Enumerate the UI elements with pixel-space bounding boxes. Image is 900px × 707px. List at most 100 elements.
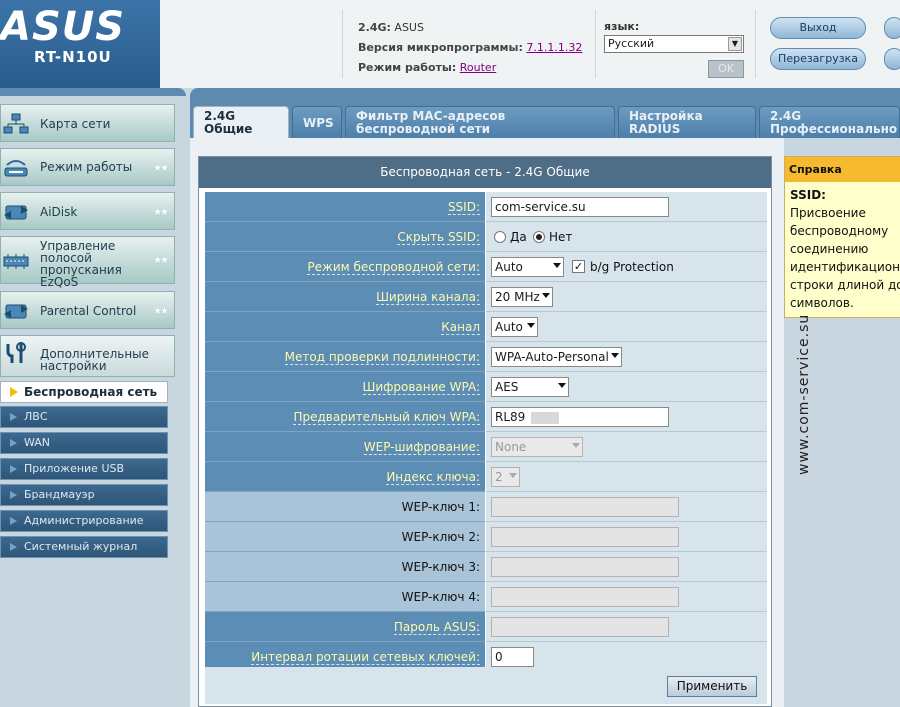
- hide-ssid-yes-radio[interactable]: [494, 231, 506, 243]
- submenu-item-wan[interactable]: WAN: [0, 432, 168, 454]
- wep-key-4-label: WEP-ключ 4:: [401, 590, 480, 604]
- firmware-link[interactable]: 7.1.1.1.32: [526, 41, 582, 54]
- chevron-down-icon: [553, 263, 561, 268]
- chevron-down-icon: [509, 473, 517, 478]
- qos-icon: [3, 254, 29, 269]
- language-ok-button[interactable]: OK: [708, 60, 744, 78]
- sidebar-item-label: Дополнительные настройки: [40, 347, 150, 373]
- channel-select[interactable]: Auto: [491, 317, 538, 337]
- sidebar-item-network-map[interactable]: Карта сети: [0, 104, 175, 142]
- apply-button[interactable]: Применить: [667, 676, 757, 697]
- channel-value: Auto: [495, 320, 523, 334]
- ssid-info-label: 2.4G:: [358, 21, 391, 34]
- language-value: Русский: [608, 37, 655, 50]
- submenu-item-label: Беспроводная сеть: [24, 385, 158, 399]
- header-button-extra-1[interactable]: [884, 17, 900, 39]
- stars-icon: ★★: [153, 207, 169, 218]
- form-row-auth-method: Метод проверки подлинности: WPA-Auto-Per…: [205, 342, 767, 372]
- submenu-item-firewall[interactable]: Брандмауэр: [0, 484, 168, 506]
- header-ssid-info: 2.4G: ASUS: [358, 21, 424, 34]
- submenu-item-lan[interactable]: ЛВС: [0, 406, 168, 428]
- sidebar-item-operation-mode[interactable]: Режим работы ★★: [0, 148, 175, 186]
- wpa-encryption-value: AES: [495, 380, 519, 394]
- submenu-item-label: Системный журнал: [24, 540, 138, 553]
- submenu-item-wireless[interactable]: Беспроводная сеть: [0, 381, 168, 403]
- bandwidth-value: 20 MHz: [495, 290, 540, 304]
- arrow-right-icon: [10, 465, 17, 473]
- submenu-item-usb-app[interactable]: Приложение USB: [0, 458, 168, 480]
- form-row-wpa-encryption: Шифрование WPA: AES: [205, 372, 767, 402]
- key-rotation-label: Интервал ротации сетевых ключей:: [251, 650, 480, 665]
- wep-key-2-label: WEP-ключ 2:: [401, 530, 480, 544]
- form-row-wireless-mode: Режим беспроводной сети: Auto ✓ b/g Prot…: [205, 252, 767, 282]
- asus-logo: ASUS RT-N10U: [0, 0, 160, 88]
- wep-key-3-input[interactable]: [491, 557, 679, 577]
- form-row-channel: Канал Auto: [205, 312, 767, 342]
- wep-encryption-value: None: [495, 440, 527, 454]
- wep-key-2-input[interactable]: [491, 527, 679, 547]
- header: ASUS RT-N10U 2.4G: ASUS Версия микропрог…: [0, 0, 900, 88]
- ssid-input[interactable]: com-service.su: [491, 197, 669, 217]
- tab-radius[interactable]: Настройка RADIUS: [618, 106, 756, 138]
- wpa-encryption-select[interactable]: AES: [491, 377, 569, 397]
- sidebar-item-aidisk[interactable]: AiDisk ★★: [0, 192, 175, 230]
- bg-protection-checkbox[interactable]: ✓: [572, 260, 585, 273]
- key-rotation-input[interactable]: 0: [491, 647, 534, 667]
- reboot-button[interactable]: Перезагрузка: [770, 48, 866, 70]
- key-index-select[interactable]: 2: [491, 467, 520, 487]
- arrow-right-icon: [10, 491, 17, 499]
- header-button-extra-2[interactable]: [884, 48, 900, 70]
- sidebar-item-label: Управление полосой пропускания EzQoS: [40, 239, 122, 289]
- panel-title: Беспроводная сеть - 2.4G Общие: [199, 157, 771, 188]
- submenu-item-administration[interactable]: Администрирование: [0, 510, 168, 532]
- header-firmware-info: Версия микропрограммы: 7.1.1.1.32: [358, 41, 582, 54]
- tab-wps[interactable]: WPS: [292, 106, 342, 138]
- sidebar-item-label: AiDisk: [40, 205, 78, 219]
- wep-encryption-select[interactable]: None: [491, 437, 583, 457]
- key-index-value: 2: [495, 470, 503, 484]
- tab-professional[interactable]: 2.4G Профессионально: [759, 106, 900, 138]
- form-row-ssid: SSID: com-service.su: [205, 192, 767, 222]
- hide-ssid-no-label: Нет: [549, 230, 573, 244]
- brand-logo-text: ASUS: [0, 4, 126, 50]
- bg-protection-label: b/g Protection: [590, 260, 674, 274]
- wpa-psk-value: RL89: [495, 410, 526, 424]
- hide-ssid-no-radio[interactable]: [533, 231, 545, 243]
- wep-key-4-input[interactable]: [491, 587, 679, 607]
- form-row-wep-encryption: WEP-шифрование: None: [205, 432, 767, 462]
- tools-icon: [6, 342, 26, 363]
- tab-general[interactable]: 2.4G Общие: [193, 106, 289, 138]
- form-row-bandwidth: Ширина канала: 20 MHz: [205, 282, 767, 312]
- sidebar-item-parental-control[interactable]: Parental Control ★★: [0, 291, 175, 329]
- header-mode-info: Режим работы: Router: [358, 61, 496, 74]
- channel-label: Канал: [441, 320, 480, 335]
- tab-mac-filter[interactable]: Фильтр MAC-адресов беспроводной сети: [345, 106, 615, 138]
- router-icon: [4, 160, 28, 177]
- arrow-right-icon: [10, 517, 17, 525]
- network-map-icon: [3, 113, 29, 134]
- wep-encryption-label: WEP-шифрование:: [363, 440, 480, 455]
- sidebar-item-label: Parental Control: [40, 304, 137, 318]
- form-row-wep-key-2: WEP-ключ 2:: [205, 522, 767, 552]
- redacted-block: [531, 411, 560, 424]
- wep-key-1-input[interactable]: [491, 497, 679, 517]
- submenu-item-system-log[interactable]: Системный журнал: [0, 536, 168, 558]
- chevron-down-icon: [527, 323, 535, 328]
- wep-key-3-label: WEP-ключ 3:: [401, 560, 480, 574]
- asus-password-input[interactable]: [491, 617, 669, 637]
- form-row-wep-key-1: WEP-ключ 1:: [205, 492, 767, 522]
- bandwidth-select[interactable]: 20 MHz: [491, 287, 553, 307]
- auth-method-select[interactable]: WPA-Auto-Personal: [491, 347, 622, 367]
- wpa-psk-input[interactable]: RL89: [491, 407, 669, 427]
- form-row-wpa-psk: Предварительный ключ WPA: RL89: [205, 402, 767, 432]
- wireless-mode-value: Auto: [495, 260, 523, 274]
- sidebar-item-ezqos[interactable]: Управление полосой пропускания EzQoS ★★: [0, 236, 175, 288]
- mode-link[interactable]: Router: [460, 61, 496, 74]
- stars-icon: ★★: [153, 255, 169, 266]
- wireless-mode-select[interactable]: Auto: [491, 257, 564, 277]
- arrow-right-icon: [10, 543, 17, 551]
- language-select[interactable]: Русский ▼: [604, 35, 744, 53]
- logout-button[interactable]: Выход: [770, 17, 866, 39]
- submenu-item-label: WAN: [24, 436, 51, 449]
- sidebar-item-advanced-settings[interactable]: Дополнительные настройки: [0, 335, 175, 377]
